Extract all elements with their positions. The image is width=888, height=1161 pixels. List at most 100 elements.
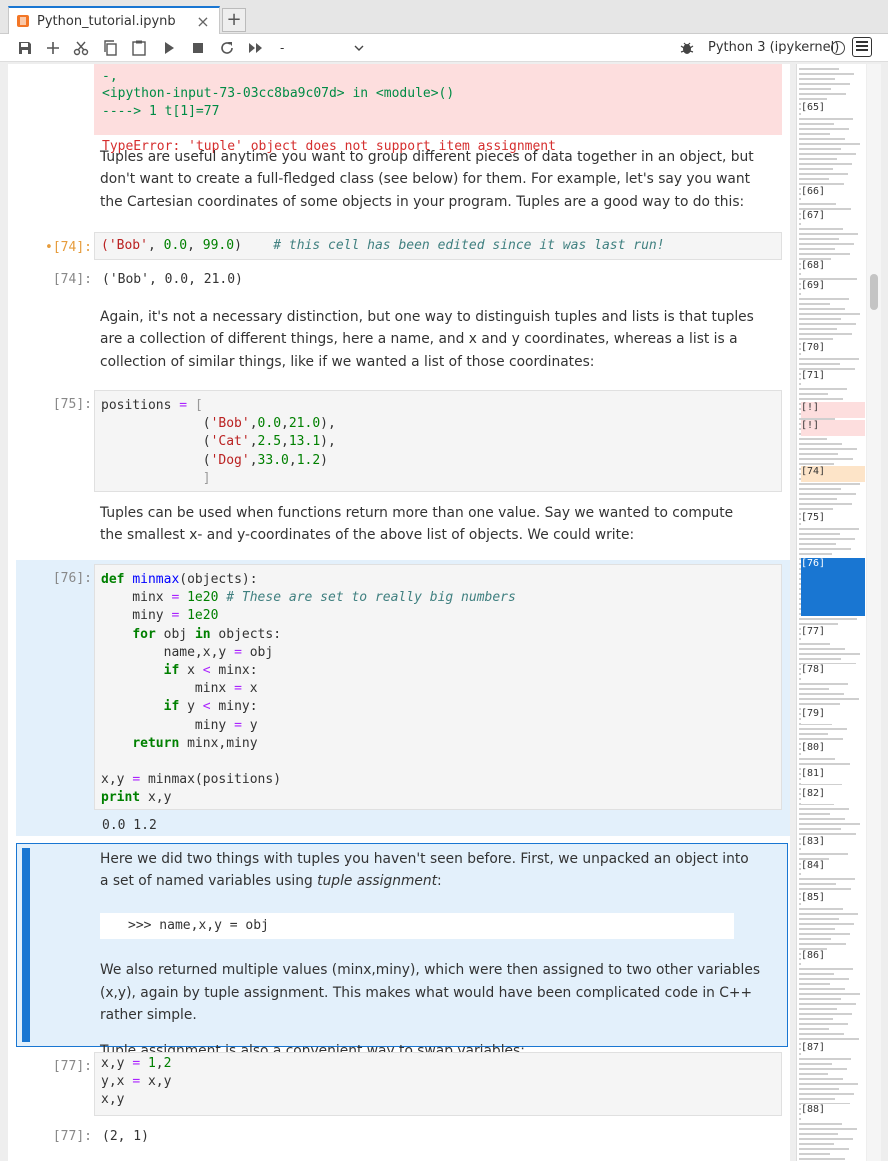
minimap-cell[interactable]: [82] bbox=[801, 788, 865, 804]
minimap-cell[interactable]: [80] bbox=[801, 742, 865, 758]
minimap-cell[interactable]: [66] bbox=[801, 186, 865, 202]
minimap-cell[interactable]: [67] bbox=[801, 210, 865, 226]
code-cell-input[interactable]: positions = [ ('Bob',0.0,21.0), ('Cat',2… bbox=[94, 390, 782, 492]
markdown-cell[interactable]: Again, it's not a necessary distinction,… bbox=[100, 306, 760, 373]
minimap-cell[interactable]: [77] bbox=[801, 626, 865, 642]
minimap-text-line bbox=[799, 758, 835, 760]
code-comment: # this cell has been edited since it was… bbox=[273, 238, 665, 253]
minimap-cell[interactable]: [85] bbox=[801, 892, 865, 908]
minimap-text-line bbox=[799, 358, 859, 360]
restart-icon[interactable] bbox=[218, 39, 236, 57]
minimap-text-line bbox=[799, 913, 858, 915]
minimap-cell[interactable]: [65] bbox=[801, 102, 865, 118]
notebook-panel[interactable]: -, <ipython-input-73-03cc8ba9c07d> in <m… bbox=[8, 64, 790, 1161]
minimap-cell[interactable]: [68] bbox=[801, 260, 865, 276]
minimap-text-line bbox=[799, 93, 846, 95]
bug-icon[interactable] bbox=[680, 41, 694, 55]
run-icon[interactable] bbox=[160, 39, 178, 57]
active-cell-indicator bbox=[22, 848, 30, 1042]
save-icon[interactable] bbox=[16, 39, 34, 57]
minimap-text-line bbox=[799, 178, 829, 180]
kernel-name[interactable]: Python 3 (ipykernel) bbox=[708, 40, 839, 55]
notebook-icon bbox=[17, 15, 29, 27]
minimap-cell[interactable]: [81] bbox=[801, 768, 865, 784]
minimap-text-line bbox=[799, 163, 852, 165]
minimap-text-line bbox=[799, 1068, 847, 1070]
menu-icon[interactable] bbox=[852, 37, 872, 57]
cell-type-value: - bbox=[280, 41, 285, 55]
minimap-text-line bbox=[799, 203, 836, 205]
scrollbar[interactable] bbox=[867, 64, 881, 1161]
minimap-text-line bbox=[799, 853, 848, 855]
minimap-cell[interactable]: [76] bbox=[801, 558, 865, 616]
notebook-minimap[interactable]: [65] [66] [67] [68] [69] [70] [71] [!] [!] [74] [7… bbox=[796, 64, 866, 1161]
add-cell-icon[interactable] bbox=[44, 39, 62, 57]
minimap-text-line bbox=[799, 528, 859, 530]
minimap-cell[interactable]: [74] bbox=[801, 466, 865, 482]
minimap-cell[interactable]: [78] bbox=[801, 664, 865, 680]
minimap-cell[interactable]: [71] bbox=[801, 370, 865, 386]
minimap-cell[interactable]: [83] bbox=[801, 836, 865, 852]
minimap-text-line bbox=[799, 693, 844, 695]
minimap-cell[interactable]: [86] bbox=[801, 950, 865, 966]
minimap-text-line bbox=[799, 1158, 845, 1160]
minimap-text-line bbox=[799, 1143, 834, 1145]
cell-output: (2, 1) bbox=[102, 1129, 149, 1144]
cell-type-dropdown[interactable]: - bbox=[276, 39, 368, 57]
minimap-text-line bbox=[799, 878, 855, 880]
code-cell-input[interactable]: x,y = 1,2 y,x = x,y x,y bbox=[94, 1052, 782, 1116]
code-cell-input[interactable]: ('Bob', 0.0, 99.0) # this cell has been … bbox=[94, 232, 782, 260]
markdown-cell[interactable]: Tuples can be used when functions return… bbox=[100, 502, 760, 547]
minimap-cell[interactable]: [88] bbox=[801, 1104, 865, 1120]
minimap-cell[interactable]: [!] bbox=[801, 402, 865, 418]
minimap-text-line bbox=[799, 88, 831, 90]
minimap-text-line bbox=[799, 923, 854, 925]
add-tab-button[interactable]: + bbox=[222, 8, 246, 32]
minimap-cell[interactable]: [69] bbox=[801, 280, 865, 296]
minimap-text-line bbox=[799, 648, 845, 650]
stop-icon[interactable] bbox=[189, 39, 207, 57]
minimap-cell[interactable]: [70] bbox=[801, 342, 865, 358]
minimap-cell[interactable]: [79] bbox=[801, 708, 865, 724]
minimap-text-line bbox=[799, 1073, 828, 1075]
code-block: >>> name,x,y = obj bbox=[100, 912, 734, 940]
markdown-text: Tuples are useful anytime you want to gr… bbox=[100, 149, 754, 210]
cell-output: 0.0 1.2 bbox=[102, 818, 157, 833]
notebook-tab[interactable]: Python_tutorial.ipynb × bbox=[8, 6, 220, 34]
minimap-text-line bbox=[799, 173, 848, 175]
minimap-text-line bbox=[799, 1133, 838, 1135]
copy-icon[interactable] bbox=[101, 39, 119, 57]
minimap-text-line bbox=[799, 763, 850, 765]
minimap-text-line bbox=[799, 298, 849, 300]
minimap-text-line bbox=[799, 323, 856, 325]
markdown-text: Again, it's not a necessary distinction,… bbox=[100, 309, 754, 370]
fast-forward-icon[interactable] bbox=[247, 39, 265, 57]
code-cell-input[interactable]: def minmax(objects): minx = 1e20 # These… bbox=[94, 564, 782, 810]
minimap-text-line bbox=[799, 1063, 832, 1065]
minimap-text-line bbox=[799, 1138, 853, 1140]
markdown-cell[interactable]: Tuples are useful anytime you want to gr… bbox=[100, 146, 760, 213]
minimap-text-line bbox=[799, 153, 856, 155]
minimap-text-line bbox=[799, 928, 835, 930]
scrollbar-thumb[interactable] bbox=[870, 274, 878, 310]
minimap-text-line bbox=[799, 618, 857, 620]
minimap-cell[interactable]: [87] bbox=[801, 1042, 865, 1058]
minimap-cell[interactable]: [75] bbox=[801, 512, 865, 528]
cut-icon[interactable] bbox=[72, 39, 90, 57]
minimap-cell[interactable]: [!] bbox=[801, 420, 865, 436]
minimap-text-line bbox=[799, 553, 832, 555]
close-tab-icon[interactable]: × bbox=[195, 12, 211, 31]
minimap-text-line bbox=[799, 243, 854, 245]
markdown-text: Here we did two things with tuples you h… bbox=[100, 851, 749, 890]
minimap-text-line bbox=[799, 533, 840, 535]
paste-icon[interactable] bbox=[130, 39, 148, 57]
minimap-text-line bbox=[799, 168, 833, 170]
minimap-text-line bbox=[799, 888, 851, 890]
minimap-cell[interactable]: [84] bbox=[801, 860, 865, 876]
minimap-text-line bbox=[799, 328, 837, 330]
cell-prompt: [77]: bbox=[52, 1059, 92, 1074]
markdown-cell[interactable]: Here we did two things with tuples you h… bbox=[100, 848, 760, 1063]
cell-prompt: [76]: bbox=[52, 571, 92, 586]
minimap-text-line bbox=[799, 1023, 848, 1025]
minimap-text-line bbox=[799, 1018, 833, 1020]
